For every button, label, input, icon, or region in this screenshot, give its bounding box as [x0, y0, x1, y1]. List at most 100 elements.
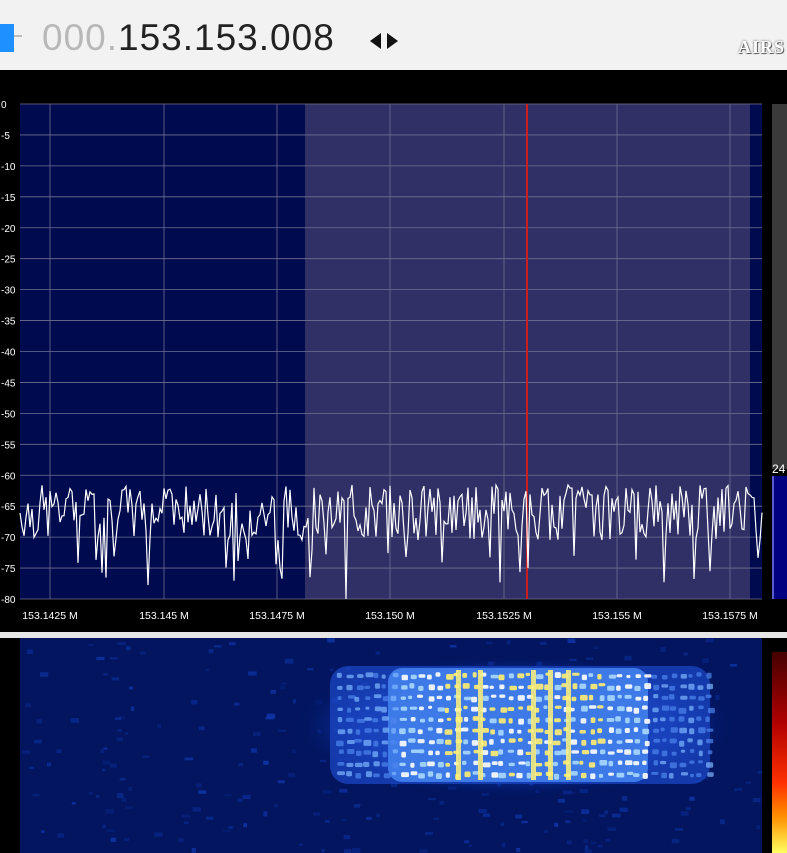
waterfall-noise-speck — [612, 813, 621, 818]
waterfall-signal-cell — [490, 750, 499, 757]
waterfall-noise-speck — [756, 824, 761, 830]
waterfall-signal-cell — [374, 683, 381, 689]
waterfall-signal-cell — [661, 772, 667, 779]
waterfall-signal-cell — [517, 749, 524, 756]
waterfall-signal-cell — [445, 739, 452, 745]
waterfall-signal-cell — [400, 696, 406, 700]
waterfall-signal-cell — [679, 727, 687, 734]
waterfall-signal-cell — [356, 685, 364, 691]
waterfall-signal-cell — [355, 773, 362, 779]
waterfall-noise-speck — [339, 788, 348, 793]
waterfall-signal-cell — [354, 739, 362, 743]
waterfall-noise-speck — [198, 726, 205, 731]
waterfall-signal-cell — [336, 672, 342, 678]
waterfall-signal-cell — [417, 739, 425, 744]
waterfall-noise-speck — [196, 783, 202, 788]
frequency-button[interactable] — [0, 24, 14, 52]
waterfall-noise-speck — [206, 816, 214, 820]
waterfall-signal-cell — [642, 760, 647, 765]
waterfall-noise-speck — [584, 849, 592, 853]
waterfall-signal-cell — [608, 727, 614, 733]
waterfall-signal-cell — [509, 685, 517, 691]
waterfall-noise-speck — [237, 798, 243, 802]
waterfall-signal-cell — [417, 749, 425, 754]
waterfall-signal-cell — [670, 727, 678, 733]
waterfall-signal-cell — [707, 772, 714, 777]
waterfall-signal-cell — [652, 717, 658, 723]
db-tick-label: -25 — [1, 255, 16, 266]
waterfall-signal-cell — [472, 672, 477, 678]
side-level-bar-edge — [772, 476, 774, 599]
waterfall-signal-cell — [472, 716, 479, 721]
waterfall-signal-cell — [491, 772, 499, 778]
waterfall-signal-cell — [662, 675, 668, 680]
waterfall-noise-speck — [71, 802, 76, 805]
waterfall-signal-cell — [642, 749, 649, 754]
waterfall-signal-cell — [462, 683, 470, 689]
waterfall-signal-cell — [427, 674, 432, 680]
waterfall-signal-cell — [597, 738, 606, 744]
waterfall-signal-cell — [435, 750, 440, 756]
waterfall-signal-cell — [607, 695, 615, 701]
step-left-icon[interactable] — [370, 33, 381, 49]
waterfall-signal-cell — [408, 695, 413, 700]
waterfall-signal-cell — [669, 685, 676, 691]
waterfall-signal-cell — [706, 738, 714, 744]
frequency-tick-label: 153.1575 M — [702, 610, 757, 622]
waterfall-signal-cell — [508, 673, 514, 679]
waterfall-noise-speck — [32, 793, 40, 797]
waterfall-signal-cell — [417, 729, 423, 735]
waterfall-signal-stripe — [548, 670, 553, 780]
waterfall-signal-cell — [525, 761, 531, 767]
waterfall-signal-cell — [679, 762, 687, 768]
step-right-icon[interactable] — [387, 33, 398, 49]
waterfall-signal-cell — [500, 707, 508, 713]
side-level-bar[interactable] — [772, 476, 787, 599]
waterfall-noise-speck — [281, 682, 287, 685]
waterfall-signal-cell — [588, 705, 597, 709]
waterfall-signal-cell — [607, 751, 615, 755]
waterfall-noise-speck — [449, 645, 457, 648]
waterfall-signal-cell — [705, 716, 710, 722]
waterfall-signal-cell — [579, 760, 584, 765]
frequency-step-arrows-icon[interactable] — [369, 29, 399, 53]
waterfall-noise-speck — [128, 786, 133, 791]
waterfall-signal-cell — [391, 728, 396, 734]
waterfall-signal-cell — [625, 739, 633, 743]
waterfall-signal-cell — [507, 707, 515, 711]
waterfall-noise-speck — [506, 640, 511, 645]
waterfall-signal-cell — [499, 684, 505, 690]
waterfall-signal-cell — [626, 706, 633, 712]
waterfall-signal-cell — [572, 672, 580, 676]
waterfall-noise-speck — [117, 729, 122, 732]
waterfall-signal-cell — [418, 685, 424, 691]
waterfall-noise-speck — [119, 777, 126, 781]
db-tick-label: -60 — [1, 471, 16, 482]
waterfall-color-scale[interactable] — [772, 652, 787, 853]
waterfall-signal-cell — [706, 683, 713, 690]
spectrum-panel[interactable]: 0 -5 -10 -15 -20 -25 -30 -35 -40 -45 -50 -55 -60 -65 -… — [0, 70, 787, 632]
waterfall-signal-cell — [428, 696, 435, 702]
db-tick-label: 0 — [1, 100, 7, 111]
waterfall-noise-speck — [683, 652, 688, 656]
waterfall-signal-cell — [381, 762, 388, 767]
waterfall-signal-cell — [535, 717, 540, 723]
waterfall-signal-cell — [392, 762, 399, 769]
waterfall-noise-speck — [205, 668, 209, 672]
waterfall-signal-cell — [337, 685, 343, 690]
waterfall-noise-speck — [745, 781, 751, 784]
waterfall-signal-cell — [373, 672, 379, 679]
waterfall-signal-cell — [518, 761, 526, 765]
waterfall-signal-cell — [590, 739, 597, 746]
waterfall-signal-cell — [680, 772, 689, 776]
waterfall-noise-speck — [582, 819, 587, 822]
waterfall-panel[interactable] — [0, 638, 787, 853]
waterfall-signal-cell — [554, 672, 561, 678]
waterfall-signal-cell — [498, 729, 504, 736]
waterfall-noise-speck — [321, 848, 325, 853]
frequency-prefix: 000. — [42, 17, 119, 58]
db-tick-label: -45 — [1, 378, 16, 389]
waterfall-signal-cell — [347, 740, 355, 744]
frequency-display[interactable]: 000.153.153.008 — [42, 15, 335, 61]
waterfall-signal-cell — [544, 684, 549, 691]
